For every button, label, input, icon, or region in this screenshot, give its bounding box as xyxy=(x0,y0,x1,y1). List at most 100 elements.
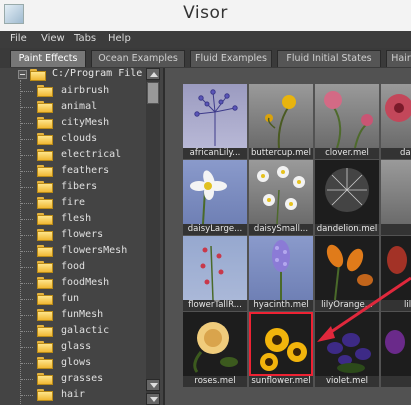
tree-scrollbar[interactable] xyxy=(146,68,160,405)
menu-view[interactable]: View xyxy=(41,33,65,44)
folder-icon xyxy=(37,117,53,129)
tab-ocean-examples[interactable]: Ocean Examples xyxy=(91,50,185,67)
tree-item-label: funMesh xyxy=(61,309,104,320)
folder-icon xyxy=(37,101,53,113)
tree-item-feathers[interactable]: feathers xyxy=(0,164,150,180)
tree-root-label: C:/Program File xyxy=(52,68,143,79)
tree-connector xyxy=(21,363,33,364)
tree-item-label: feathers xyxy=(61,165,110,176)
tree-item-label: fibers xyxy=(61,181,98,192)
tree-item-fun[interactable]: fun xyxy=(0,292,150,308)
title-bar: Visor xyxy=(0,0,411,31)
folder-icon xyxy=(37,309,53,321)
tree-item-citymesh[interactable]: cityMesh xyxy=(0,116,150,132)
tree-item-label: airbrush xyxy=(61,85,110,96)
folder-icon xyxy=(37,389,53,401)
collapse-icon[interactable] xyxy=(18,70,27,79)
tree-connector xyxy=(21,187,33,188)
tree-item-hair[interactable]: hair xyxy=(0,388,150,404)
folder-icon xyxy=(37,357,53,369)
tree-item-airbrush[interactable]: airbrush xyxy=(0,84,150,100)
tree-item-label: foodMesh xyxy=(61,277,110,288)
tree-connector xyxy=(21,267,33,268)
menu-bar: File View Tabs Help xyxy=(0,31,411,48)
tree-item-foodmesh[interactable]: foodMesh xyxy=(0,276,150,292)
menu-tabs[interactable]: Tabs xyxy=(74,33,96,44)
tab-paint-effects[interactable]: Paint Effects xyxy=(10,50,86,67)
folder-tree[interactable]: C:/Program File airbrush animal cityMesh cl… xyxy=(0,68,165,405)
tab-bar: Paint Effects Ocean Examples Fluid Examp… xyxy=(0,48,411,69)
folder-icon xyxy=(37,373,53,385)
preset-gallery: africanLily... buttercup.mel clover.mel … xyxy=(165,68,411,405)
menu-file[interactable]: File xyxy=(10,33,27,44)
folder-icon xyxy=(37,229,53,241)
tree-connector xyxy=(21,379,33,380)
tree-item-label: glows xyxy=(61,357,92,368)
folder-icon xyxy=(37,197,53,209)
tree-item-animal[interactable]: animal xyxy=(0,100,150,116)
tree-item-label: galactic xyxy=(61,325,110,336)
tree-item-label: fun xyxy=(61,293,80,304)
tree-connector xyxy=(21,315,33,316)
scroll-down-arrow-icon[interactable] xyxy=(146,379,160,391)
tree-connector xyxy=(21,235,33,236)
folder-icon xyxy=(37,165,53,177)
folder-icon xyxy=(37,325,53,337)
tree-connector xyxy=(21,395,33,396)
folder-icon xyxy=(37,133,53,145)
tree-item-label: flowers xyxy=(61,229,104,240)
folder-icon xyxy=(30,69,46,81)
tree-connector xyxy=(21,171,33,172)
tree-connector xyxy=(21,107,33,108)
tree-item-flowersmesh[interactable]: flowersMesh xyxy=(0,244,150,260)
folder-icon xyxy=(37,341,53,353)
folder-icon xyxy=(37,277,53,289)
tree-item-electrical[interactable]: electrical xyxy=(0,148,150,164)
tree-connector xyxy=(21,331,33,332)
tree-item-funmesh[interactable]: funMesh xyxy=(0,308,150,324)
folder-icon xyxy=(37,293,53,305)
tree-item-fire[interactable]: fire xyxy=(0,196,150,212)
tree-item-label: cityMesh xyxy=(61,117,110,128)
tree-item-grasses[interactable]: grasses xyxy=(0,372,150,388)
tree-item-glows[interactable]: glows xyxy=(0,356,150,372)
tree-connector xyxy=(21,139,33,140)
tree-item-glass[interactable]: glass xyxy=(0,340,150,356)
tab-hair[interactable]: Hair xyxy=(386,50,411,67)
tree-root[interactable]: C:/Program File xyxy=(4,68,163,83)
tree-item-galactic[interactable]: galactic xyxy=(0,324,150,340)
scrollbar-thumb[interactable] xyxy=(147,82,159,104)
tab-fluid-initial-states[interactable]: Fluid Initial States xyxy=(277,50,381,67)
tree-connector xyxy=(21,283,33,284)
tree-item-food[interactable]: food xyxy=(0,260,150,276)
tree-item-label: electrical xyxy=(61,149,122,160)
tree-connector xyxy=(21,347,33,348)
tree-item-label: flowersMesh xyxy=(61,245,128,256)
tree-connector xyxy=(21,155,33,156)
tree-item-flesh[interactable]: flesh xyxy=(0,212,150,228)
tree-item-label: hair xyxy=(61,389,86,400)
scroll-down-arrow-icon[interactable] xyxy=(146,393,160,405)
menu-help[interactable]: Help xyxy=(108,33,131,44)
folder-icon xyxy=(37,213,53,225)
folder-icon xyxy=(37,149,53,161)
folder-icon xyxy=(37,181,53,193)
tree-connector xyxy=(21,219,33,220)
tree-connector xyxy=(21,251,33,252)
folder-icon xyxy=(37,261,53,273)
tree-item-label: animal xyxy=(61,101,98,112)
tree-connector xyxy=(21,203,33,204)
folder-icon xyxy=(37,85,53,97)
tree-item-label: fire xyxy=(61,197,86,208)
tab-fluid-examples[interactable]: Fluid Examples xyxy=(190,50,272,67)
tree-connector xyxy=(21,91,33,92)
tree-item-clouds[interactable]: clouds xyxy=(0,132,150,148)
tree-item-label: flesh xyxy=(61,213,92,224)
scroll-up-arrow-icon[interactable] xyxy=(146,68,160,80)
tree-item-label: grasses xyxy=(61,373,104,384)
window-title: Visor xyxy=(183,3,228,23)
tree-item-fibers[interactable]: fibers xyxy=(0,180,150,196)
tree-connector xyxy=(21,123,33,124)
tree-item-flowers[interactable]: flowers xyxy=(0,228,150,244)
tree-item-label: glass xyxy=(61,341,92,352)
